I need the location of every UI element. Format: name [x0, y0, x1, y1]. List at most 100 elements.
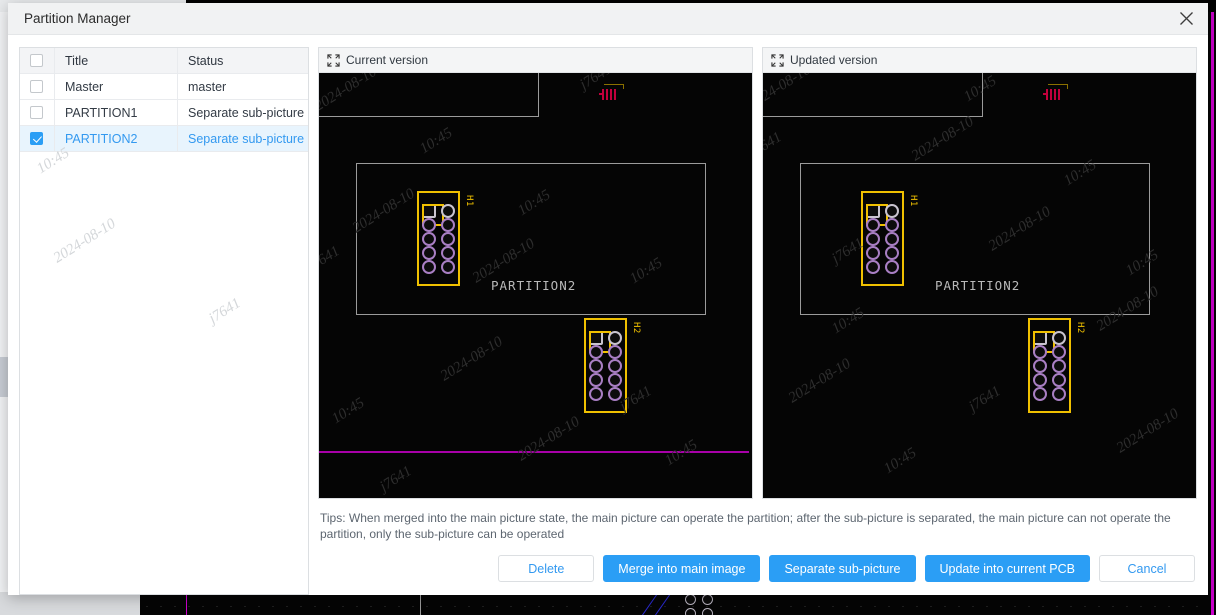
row-status-cell: Separate sub-picture — [177, 99, 308, 126]
row-status-cell: master — [177, 73, 308, 100]
preview-pair: Current version PARTITION2 H1 H2 2024-08… — [318, 47, 1197, 499]
backdrop-gray-gutter — [0, 592, 140, 615]
select-all-cell — [20, 48, 55, 74]
expand-icon[interactable] — [771, 53, 784, 67]
pcb-partition-label: PARTITION2 — [491, 278, 577, 293]
partition-table-panel: Title Status Master master PARTITION1 Se… — [19, 47, 309, 595]
pad — [865, 259, 880, 274]
delete-button[interactable]: Delete — [498, 555, 595, 582]
pcb-magenta-boundary — [319, 451, 749, 453]
pad — [588, 386, 603, 401]
component-bars — [602, 89, 616, 100]
connector-h2-label: H2 — [631, 322, 641, 334]
connector-h2: H2 — [584, 318, 641, 413]
partition-manager-dialog: Partition Manager Title Status Master ma… — [8, 3, 1208, 595]
pad — [441, 245, 456, 260]
pad — [421, 217, 436, 232]
connector-h2: H2 — [1028, 318, 1085, 413]
pad — [1032, 372, 1047, 387]
separate-sub-picture-button[interactable]: Separate sub-picture — [769, 555, 916, 582]
row-checkbox[interactable] — [30, 132, 43, 145]
preview-current-canvas[interactable]: PARTITION2 H1 H2 2024-08-10 j7641 10:45 … — [319, 73, 752, 498]
pad — [885, 245, 900, 260]
row-status: master — [188, 79, 227, 94]
table-row[interactable]: PARTITION1 Separate sub-picture — [20, 99, 308, 126]
watermark: j7641 — [377, 463, 415, 495]
preview-current-title: Current version — [346, 53, 429, 67]
connector-h1-label: H1 — [464, 195, 474, 207]
watermark: 2024-08-10 — [1113, 405, 1182, 457]
board-outline-top — [763, 73, 983, 117]
backdrop-right-magenta-edge — [1211, 12, 1214, 615]
pad-1 — [588, 330, 611, 353]
pad — [1052, 386, 1067, 401]
preview-updated-canvas[interactable]: PARTITION2 H1 H2 2024-08-10 10:45 j7641 … — [763, 73, 1196, 498]
watermark: 10:45 — [329, 395, 368, 428]
pad — [608, 372, 623, 387]
pad — [885, 203, 900, 218]
dialog-title: Partition Manager — [24, 11, 131, 26]
pad — [1052, 344, 1067, 359]
cancel-button[interactable]: Cancel — [1099, 555, 1195, 582]
connector-h1: H1 — [861, 191, 918, 286]
column-header-status: Status — [177, 48, 308, 74]
row-checkbox-cell — [20, 99, 55, 126]
preview-updated-header: Updated version — [763, 48, 1196, 73]
preview-current-header: Current version — [319, 48, 752, 73]
pad — [441, 203, 456, 218]
tips-text: Tips: When merged into the main picture … — [320, 511, 1171, 541]
pad — [421, 245, 436, 260]
expand-icon[interactable] — [327, 53, 340, 67]
preview-current-version: Current version PARTITION2 H1 H2 2024-08… — [318, 47, 753, 499]
pad — [441, 217, 456, 232]
component-pin1-tick — [1043, 93, 1047, 95]
watermark: 2024-08-10 — [908, 113, 977, 165]
pad — [588, 344, 603, 359]
row-status: Separate sub-picture — [188, 131, 305, 146]
pad — [421, 231, 436, 246]
watermark: 10:45 — [662, 437, 701, 470]
preview-and-actions-column: Current version PARTITION2 H1 H2 2024-08… — [318, 47, 1197, 595]
pad — [1052, 358, 1067, 373]
watermark: j7641 — [206, 295, 244, 327]
pad — [885, 231, 900, 246]
table-empty-area: 10:45 2024-08-10 j7641 — [20, 145, 308, 594]
partition-table: Title Status Master master PARTITION1 Se… — [20, 48, 308, 152]
watermark: 2024-08-10 — [514, 413, 583, 465]
watermark: j7641 — [319, 243, 343, 275]
watermark: 2024-08-10 — [437, 333, 506, 385]
component-bars — [1046, 89, 1060, 100]
board-outline-top — [319, 73, 539, 117]
pad — [608, 386, 623, 401]
column-header-status-label: Status — [188, 53, 224, 68]
component-silkscreen — [1048, 84, 1068, 89]
table-header-row: Title Status — [20, 48, 308, 74]
pad — [588, 358, 603, 373]
connector-h1: H1 — [417, 191, 474, 286]
preview-updated-version: Updated version PARTITION2 H1 H2 2024-08… — [762, 47, 1197, 499]
row-title-cell: PARTITION2 — [54, 125, 178, 152]
watermark: j7641 — [966, 383, 1004, 415]
update-into-current-pcb-button[interactable]: Update into current PCB — [924, 555, 1090, 582]
watermark: 2024-08-10 — [50, 215, 119, 267]
table-row[interactable]: Master master — [20, 73, 308, 100]
row-checkbox[interactable] — [30, 80, 43, 93]
row-checkbox[interactable] — [30, 106, 43, 119]
pad — [1052, 330, 1067, 345]
pad — [441, 231, 456, 246]
dialog-action-buttons: Delete Merge into main image Separate su… — [318, 542, 1197, 582]
pad — [1032, 358, 1047, 373]
row-status-cell: Separate sub-picture — [177, 125, 308, 152]
pad — [588, 372, 603, 387]
pad-1 — [421, 203, 444, 226]
backdrop-pad — [702, 594, 713, 605]
merge-into-main-image-button[interactable]: Merge into main image — [603, 555, 761, 582]
table-row-selected[interactable]: PARTITION2 Separate sub-picture — [20, 125, 308, 152]
component-pin1-tick — [599, 93, 603, 95]
close-icon[interactable] — [1164, 3, 1208, 34]
watermark: 10:45 — [881, 445, 920, 478]
column-header-title: Title — [54, 48, 178, 74]
watermark: j7641 — [763, 129, 785, 161]
select-all-checkbox[interactable] — [30, 54, 43, 67]
watermark: 10:45 — [417, 125, 456, 158]
